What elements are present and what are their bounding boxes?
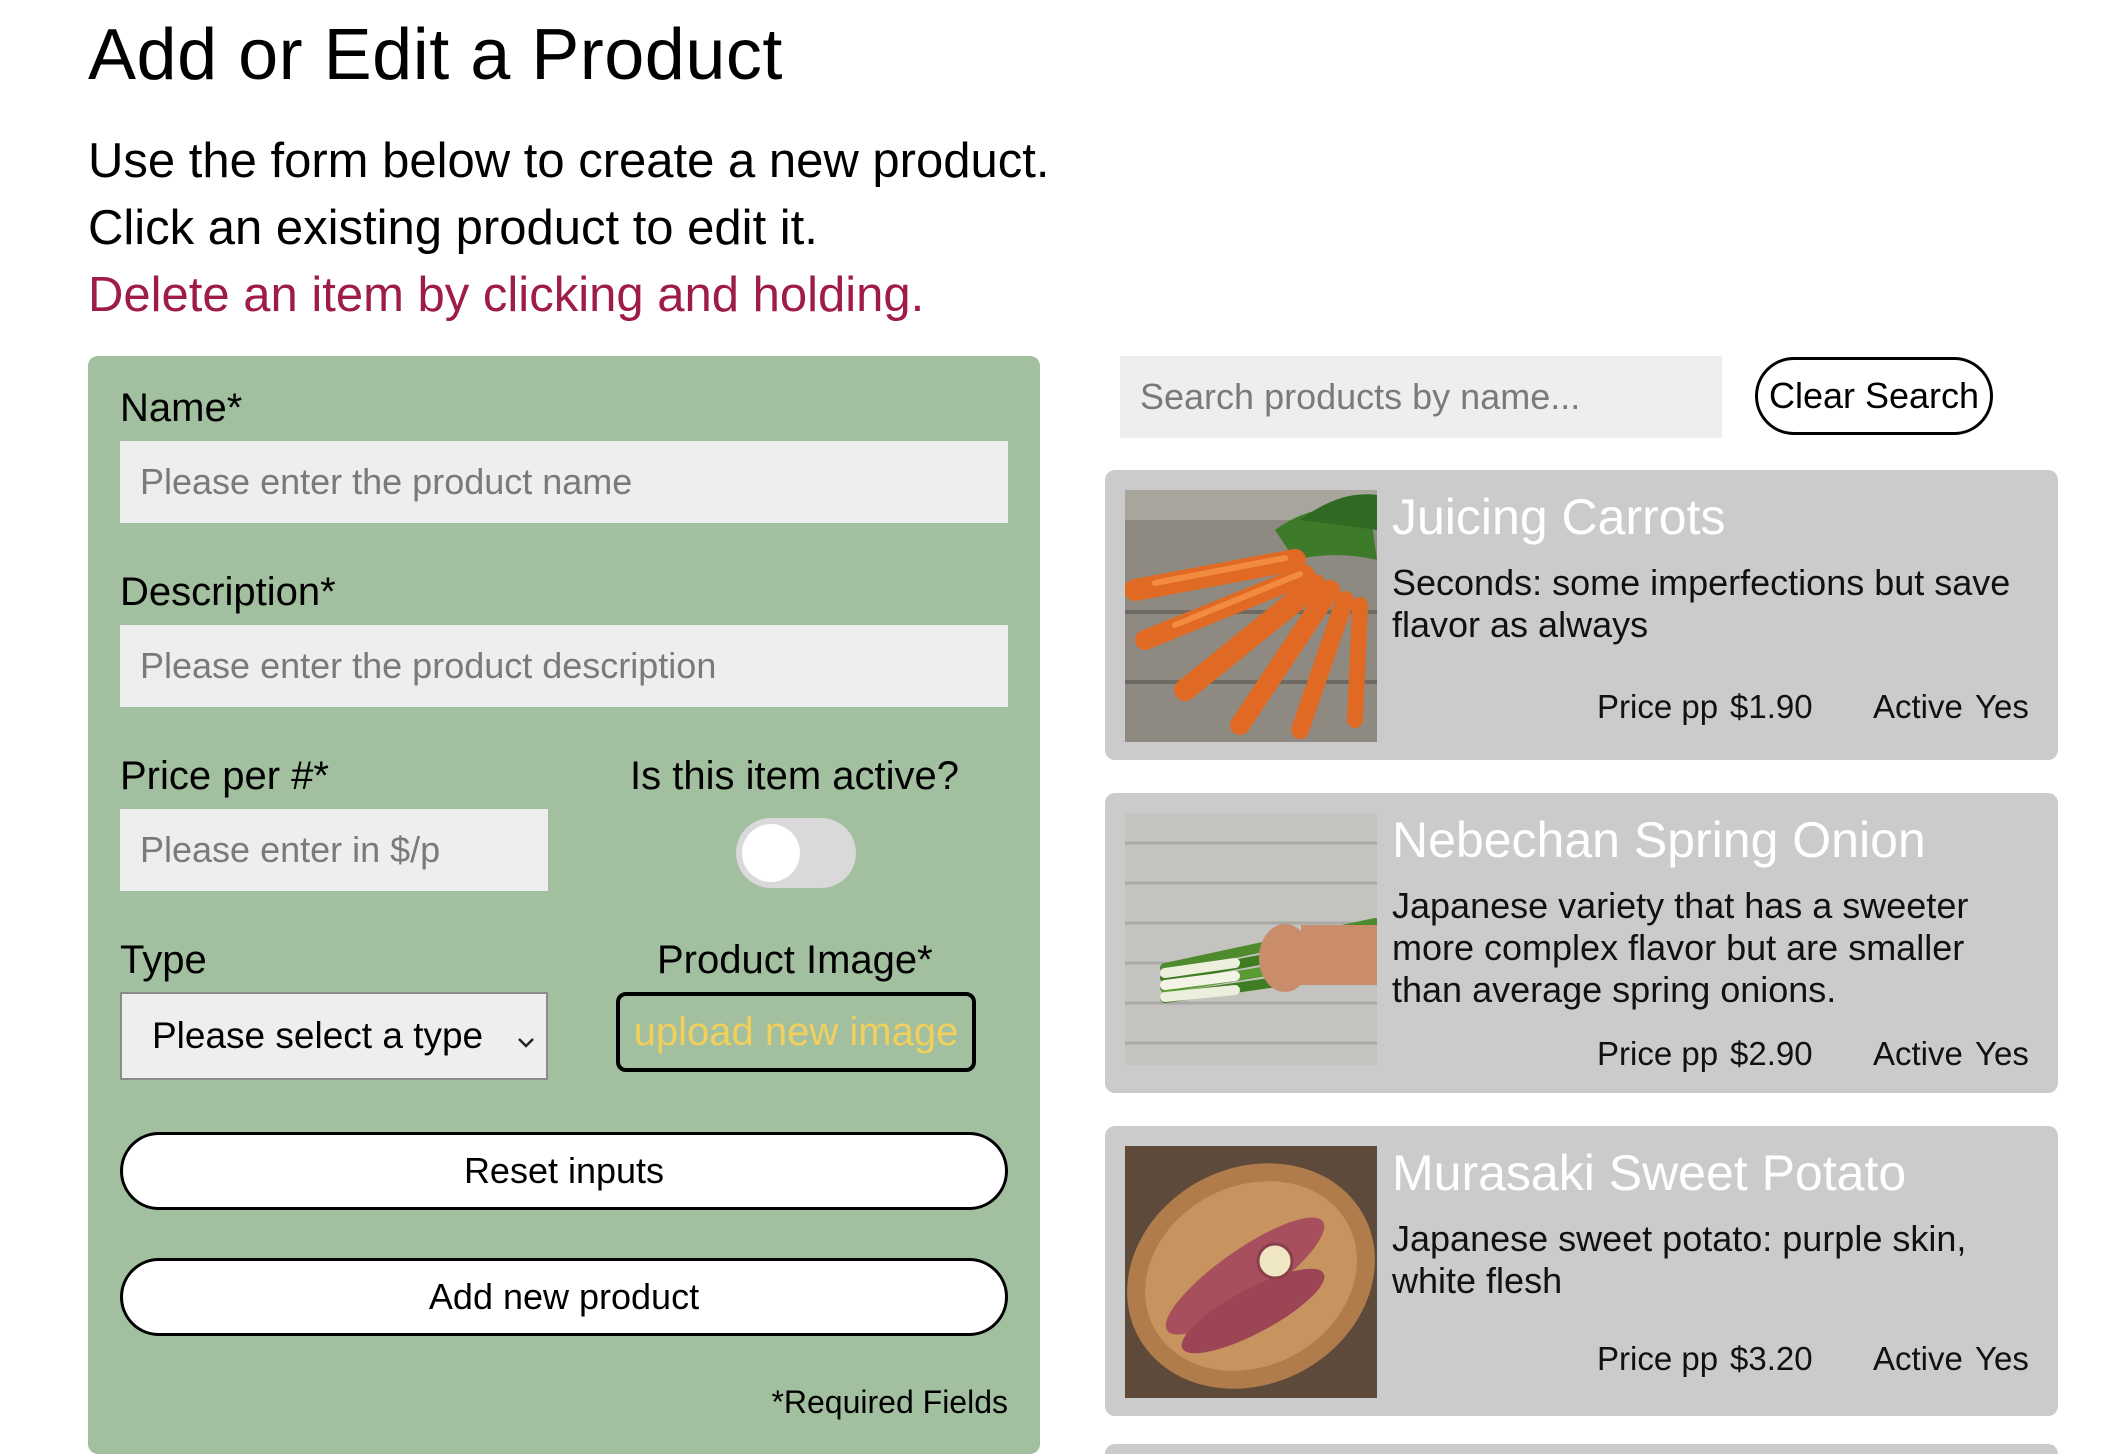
product-name: Murasaki Sweet Potato	[1392, 1145, 1907, 1201]
intro-line-create: Use the form below to create a new produ…	[88, 134, 1050, 188]
image-label: Product Image*	[657, 938, 933, 982]
spring-onion-photo	[1125, 813, 1377, 1065]
type-select[interactable]: Please select a type	[120, 992, 548, 1080]
product-price: $1.90	[1730, 688, 1813, 725]
page: Add or Edit a Product Use the form below…	[0, 0, 2104, 1454]
required-fields-note: *Required Fields	[771, 1384, 1008, 1420]
name-label: Name*	[120, 386, 243, 430]
product-description: Seconds: some imperfections but save fla…	[1392, 562, 2011, 645]
active-label: Active	[1873, 688, 1963, 725]
toggle-knob	[742, 824, 800, 882]
price-label: Price pp	[1597, 1035, 1719, 1072]
price-label: Price pp	[1597, 1340, 1719, 1377]
search-input[interactable]	[1120, 356, 1722, 438]
product-active: Yes	[1975, 1340, 2029, 1377]
type-select-value: Please select a type	[152, 1015, 484, 1056]
clear-search-button[interactable]: Clear Search	[1755, 357, 1993, 435]
active-label: Is this item active?	[630, 754, 960, 798]
description-input[interactable]	[120, 625, 1008, 707]
product-active: Yes	[1975, 688, 2029, 725]
product-price: $2.90	[1730, 1035, 1813, 1072]
description-label: Description*	[120, 570, 336, 614]
active-toggle[interactable]	[736, 818, 856, 888]
product-description: Japanese sweet potato: purple skin, whit…	[1392, 1218, 1967, 1301]
chevron-down-icon	[518, 1038, 534, 1048]
product-form: Name* Description* Price per #* Is this …	[88, 356, 1040, 1454]
price-input[interactable]	[120, 809, 548, 891]
intro-line-edit: Click an existing product to edit it.	[88, 201, 818, 255]
price-label: Price pp	[1597, 688, 1719, 725]
add-product-button[interactable]: Add new product	[120, 1258, 1008, 1336]
product-description: Japanese variety that has a sweeter more…	[1392, 885, 1969, 1010]
product-card-partial[interactable]	[1105, 1444, 2058, 1454]
active-label: Active	[1873, 1035, 1963, 1072]
name-input[interactable]	[120, 441, 1008, 523]
reset-inputs-button[interactable]: Reset inputs	[120, 1132, 1008, 1210]
product-active: Yes	[1975, 1035, 2029, 1072]
product-card[interactable]: Nebechan Spring Onion Japanese variety t…	[1105, 793, 2058, 1093]
sweet-potato-photo	[1125, 1146, 1377, 1398]
active-label: Active	[1873, 1340, 1963, 1377]
product-price: $3.20	[1730, 1340, 1813, 1377]
product-name: Juicing Carrots	[1392, 489, 1726, 545]
product-card[interactable]: Juicing Carrots Seconds: some imperfecti…	[1105, 470, 2058, 760]
price-label: Price per #*	[120, 754, 329, 798]
carrots-photo	[1125, 490, 1377, 742]
intro-line-delete-warning: Delete an item by clicking and holding.	[88, 268, 925, 322]
type-label: Type	[120, 938, 207, 982]
intro-text: Use the form below to create a new produ…	[88, 128, 1049, 329]
upload-image-button[interactable]: upload new image	[616, 992, 976, 1072]
page-title: Add or Edit a Product	[88, 15, 783, 95]
product-name: Nebechan Spring Onion	[1392, 812, 1926, 868]
product-card[interactable]: Murasaki Sweet Potato Japanese sweet pot…	[1105, 1126, 2058, 1416]
